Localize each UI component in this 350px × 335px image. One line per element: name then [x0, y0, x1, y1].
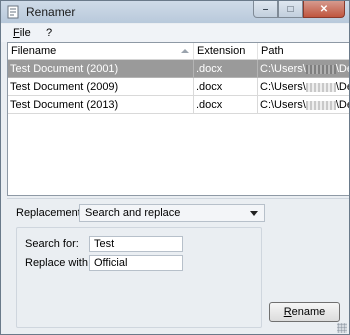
redacted-username [305, 100, 336, 110]
redacted-username [305, 82, 336, 92]
file-list[interactable]: Filename Extension Path Test Document (2… [7, 42, 349, 196]
search-replace-group: Search for: Test Replace with: Official [16, 227, 262, 328]
search-input[interactable]: Test [89, 236, 183, 252]
title-bar: Renamer – □ ✕ [1, 1, 349, 23]
menu-file-label: ile [19, 27, 31, 39]
resize-grip-icon[interactable] [337, 323, 347, 333]
redacted-username [305, 64, 336, 74]
path-prefix: C:\Users\ [260, 63, 306, 75]
column-header-filename[interactable]: Filename [8, 43, 194, 59]
menu-file-accel: F [13, 27, 20, 39]
path-cell: C:\Users\ \Deskto [258, 78, 349, 96]
filename-cell: Test Document (2013) [8, 96, 194, 114]
replace-value: Official [94, 257, 128, 269]
table-row[interactable]: Test Document (2001) .docx C:\Users\ \Des… [8, 60, 349, 78]
path-suffix: \Deskto [335, 99, 349, 111]
close-button[interactable]: ✕ [303, 1, 345, 18]
extension-cell: .docx [194, 96, 258, 114]
column-header-label: Extension [197, 45, 246, 57]
replacement-label: Replacement: [16, 207, 84, 219]
extension-cell: .docx [194, 78, 258, 96]
path-prefix: C:\Users\ [260, 99, 306, 111]
path-prefix: C:\Users\ [260, 81, 306, 93]
sort-ascending-icon [181, 49, 189, 53]
window-title: Renamer [26, 5, 76, 19]
replacement-value: Search and replace [85, 207, 181, 219]
filename-cell: Test Document (2001) [8, 60, 194, 78]
search-value: Test [94, 238, 115, 250]
replace-input[interactable]: Official [89, 255, 183, 271]
menu-bar: File ? [1, 24, 349, 42]
rename-label: ename [291, 306, 326, 318]
minimize-icon: – [262, 3, 269, 15]
path-cell: C:\Users\ \Deskto [258, 96, 349, 114]
table-row[interactable]: Test Document (2009) .docx C:\Users\ \Des… [8, 78, 349, 96]
extension-cell: .docx [194, 60, 258, 78]
search-label: Search for: [25, 238, 79, 250]
list-header: Filename Extension Path [8, 43, 349, 60]
path-suffix: \Deskto [335, 63, 349, 75]
close-icon: ✕ [319, 3, 329, 15]
column-header-label: Filename [11, 45, 57, 57]
rename-accel: R [283, 306, 292, 318]
filename-cell: Test Document (2009) [8, 78, 194, 96]
maximize-icon: □ [287, 3, 294, 15]
menu-file[interactable]: File [13, 27, 31, 39]
options-panel: Replacement: Search and replace Search f… [7, 198, 349, 334]
path-suffix: \Deskto [335, 81, 349, 93]
column-header-extension[interactable]: Extension [194, 43, 258, 59]
app-icon [7, 5, 19, 19]
replace-label: Replace with: [25, 257, 92, 269]
minimize-button[interactable]: – [253, 1, 278, 18]
rename-button[interactable]: Rename [269, 302, 340, 322]
dropdown-arrow-icon [250, 211, 258, 216]
table-row[interactable]: Test Document (2013) .docx C:\Users\ \Des… [8, 96, 349, 114]
replacement-select[interactable]: Search and replace [79, 204, 265, 222]
maximize-button[interactable]: □ [278, 1, 303, 18]
column-header-label: Path [261, 45, 284, 57]
menu-help[interactable]: ? [46, 27, 52, 39]
column-header-path[interactable]: Path [258, 43, 349, 59]
path-cell: C:\Users\ \Deskto [258, 60, 349, 78]
renamer-window: Renamer – □ ✕ File ? Filename Extension … [0, 0, 350, 335]
menu-help-label: ? [46, 27, 53, 39]
